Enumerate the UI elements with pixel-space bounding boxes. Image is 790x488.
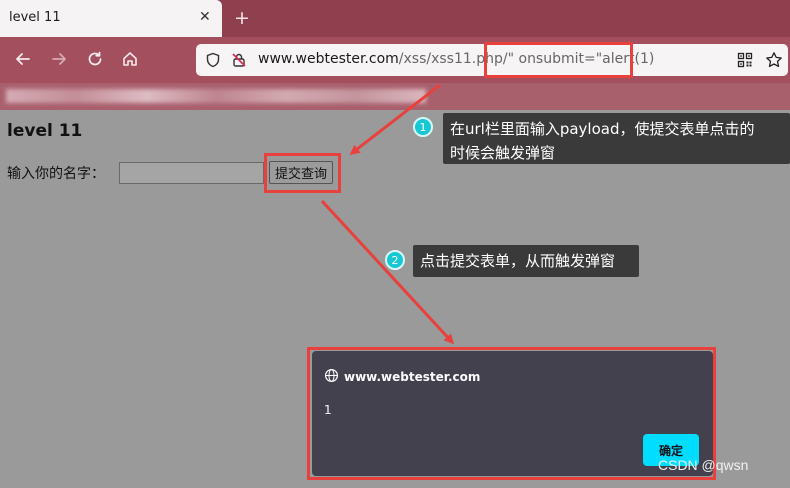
dialog-origin: www.webtester.com bbox=[324, 368, 480, 386]
step-1-text-line2: 时候会触发弹窗 bbox=[450, 144, 556, 162]
step-2-callout: 点击提交表单，从而触发弹窗 bbox=[413, 245, 639, 277]
step-1-callout: 在url栏里面输入payload，使提交表单点击的 时候会触发弹窗 bbox=[443, 113, 790, 164]
step-2-badge: 2 bbox=[385, 250, 405, 270]
dialog-origin-text: www.webtester.com bbox=[344, 370, 481, 384]
alert-dialog: www.webtester.com 1 确定 bbox=[312, 351, 713, 476]
step-1-text-line1: 在url栏里面输入payload，使提交表单点击的 bbox=[450, 120, 755, 138]
step-1-badge: 1 bbox=[413, 117, 433, 137]
dialog-message: 1 bbox=[324, 403, 332, 417]
watermark: CSDN @qwsn bbox=[658, 457, 749, 473]
globe-icon bbox=[324, 368, 339, 386]
